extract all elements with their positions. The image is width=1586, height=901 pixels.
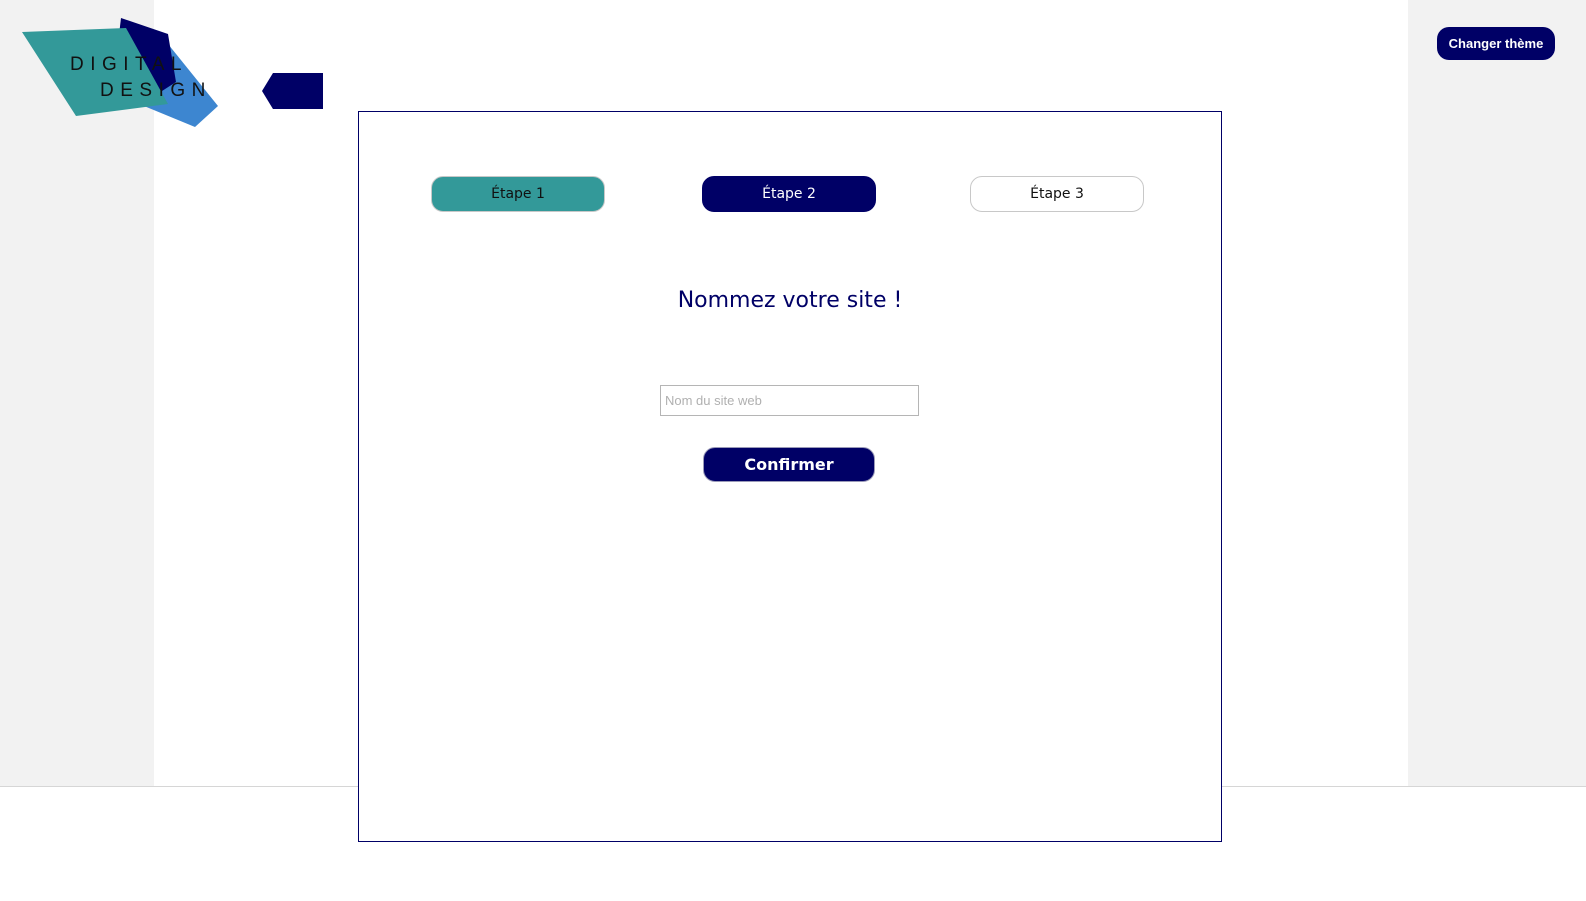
digital-design-logo: DIGITAL DESIGN (20, 16, 220, 132)
logo-text-digital: DIGITAL (70, 54, 188, 75)
step-1-button[interactable]: Étape 1 (431, 176, 605, 212)
page-title: Nommez votre site ! (677, 288, 903, 313)
right-margin (1408, 0, 1586, 786)
confirm-button[interactable]: Confirmer (703, 447, 875, 482)
navy-tag-shape (262, 73, 323, 109)
change-theme-button[interactable]: Changer thème (1437, 27, 1555, 60)
site-name-input[interactable] (660, 385, 919, 416)
step-2-button[interactable]: Étape 2 (702, 176, 876, 212)
site-wizard-card: Étape 1 Étape 2 Étape 3 Nommez votre sit… (358, 111, 1222, 842)
logo-text-design: DESIGN (100, 80, 212, 101)
step-3-button[interactable]: Étape 3 (970, 176, 1144, 212)
